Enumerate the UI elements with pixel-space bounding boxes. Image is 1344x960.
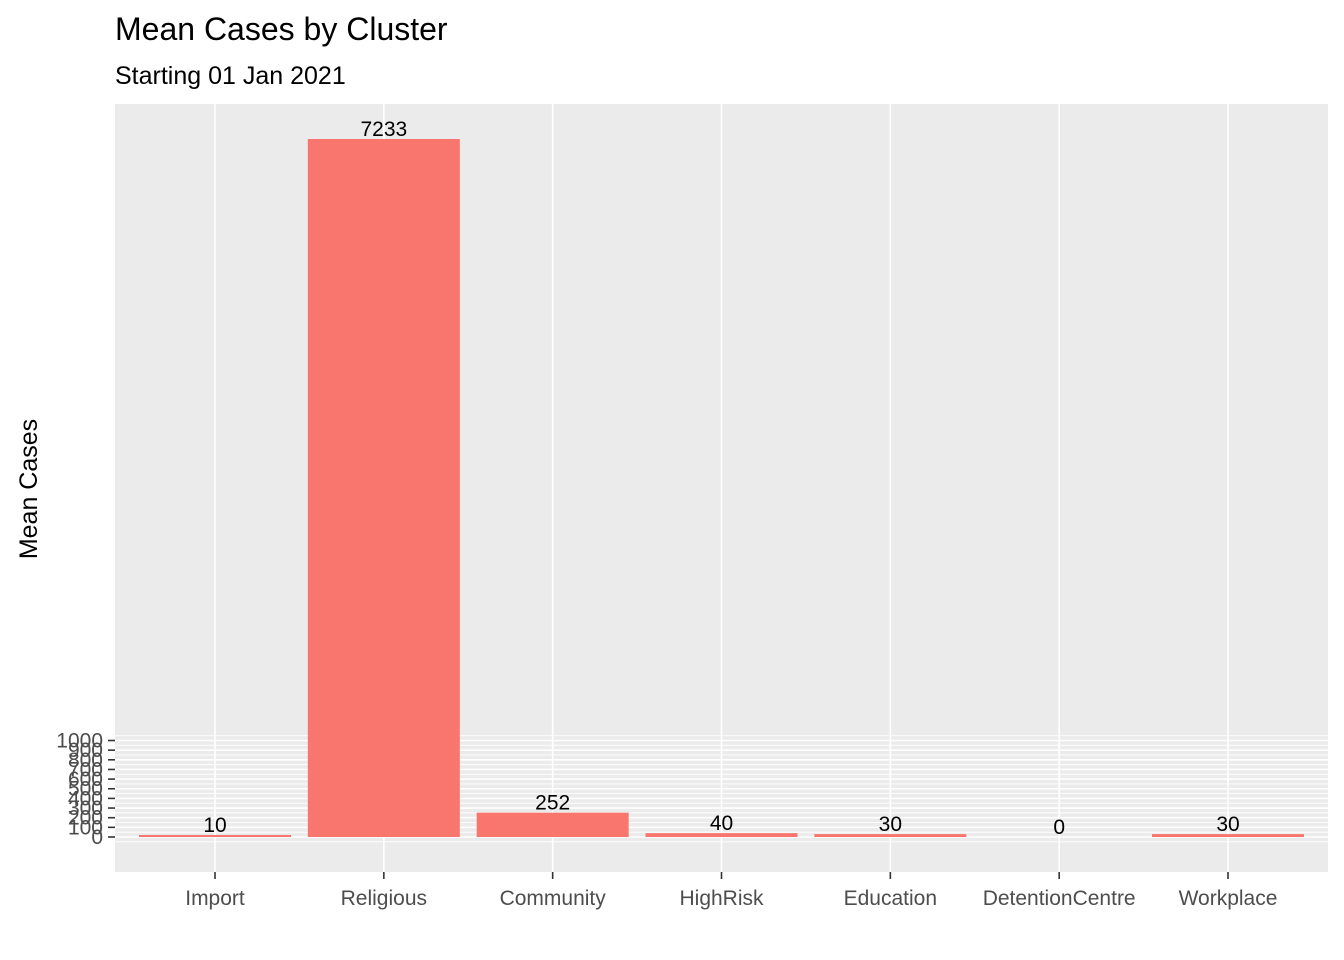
- data-label-detentioncentre: 0: [1053, 816, 1065, 839]
- y-axis-label: Mean Cases: [15, 419, 43, 559]
- data-label-religious: 7233: [360, 118, 407, 141]
- bar-chart: Mean Cases by Cluster Starting 01 Jan 20…: [15, 11, 1328, 910]
- x-tick-label: DetentionCentre: [983, 887, 1136, 910]
- bar-community: [476, 812, 629, 837]
- x-tick-label: Import: [185, 887, 245, 910]
- bar-religious: [307, 139, 460, 837]
- x-tick-label: Religious: [341, 887, 427, 910]
- chart-subtitle: Starting 01 Jan 2021: [115, 62, 346, 90]
- y-axis: 01002003004005006007008009001000: [56, 729, 115, 849]
- data-label-education: 30: [879, 813, 902, 836]
- data-label-community: 252: [535, 792, 570, 815]
- data-label-import: 10: [203, 814, 226, 837]
- y-tick-label: 1000: [56, 729, 103, 752]
- x-tick-label: Education: [844, 887, 937, 910]
- data-label-workplace: 30: [1216, 813, 1239, 836]
- x-tick-label: HighRisk: [679, 887, 764, 910]
- x-axis: Import Religious Community HighRisk Educatio…: [185, 872, 1277, 910]
- x-tick-label: Workplace: [1179, 887, 1278, 910]
- data-label-highrisk: 40: [710, 812, 733, 835]
- chart-title: Mean Cases by Cluster: [115, 11, 448, 47]
- x-tick-label: Community: [500, 887, 607, 910]
